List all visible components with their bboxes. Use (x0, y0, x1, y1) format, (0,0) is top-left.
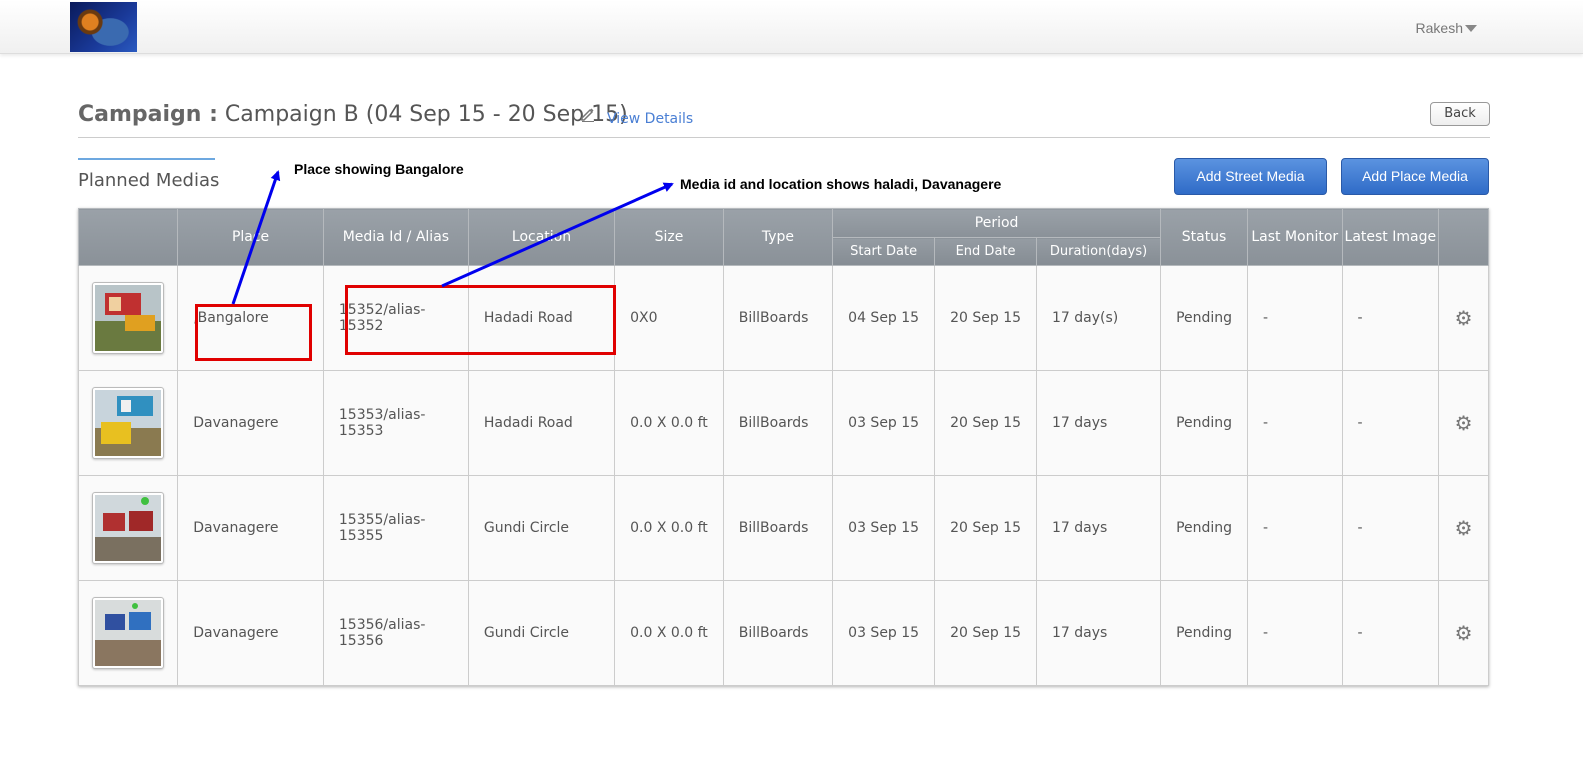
view-details-link[interactable]: View Details (607, 111, 693, 127)
duration-cell: 17 days (1036, 580, 1162, 686)
start-date-cell: 03 Sep 15 (832, 475, 936, 581)
gear-icon[interactable]: ⚙ (1455, 411, 1473, 435)
page-title: Campaign : Campaign B (04 Sep 15 - 20 Se… (78, 102, 628, 127)
type-cell: BillBoards (722, 580, 834, 686)
start-date-cell: 03 Sep 15 (832, 580, 936, 686)
header-end-date: End Date (934, 237, 1038, 266)
start-date-cell: 04 Sep 15 (832, 265, 936, 371)
table-row[interactable]: Davanagere 15356/alias- 15356 Gundi Circl… (77, 580, 1489, 686)
place-cell: Davanagere (177, 475, 324, 581)
media-thumbnail[interactable] (92, 281, 165, 354)
header-actions (1438, 208, 1489, 266)
status-cell: Pending (1160, 475, 1249, 581)
user-menu[interactable]: Rakesh (1416, 20, 1463, 36)
chevron-down-icon[interactable] (1465, 25, 1477, 32)
status-cell: Pending (1160, 265, 1249, 371)
header-type: Type (722, 208, 834, 266)
duration-cell: 17 day(s) (1036, 265, 1162, 371)
start-date-cell: 03 Sep 15 (832, 370, 936, 476)
media-id-cell: 15353/alias- 15353 (322, 370, 469, 476)
latest-image-cell: - (1341, 265, 1440, 371)
annotation-box-media (345, 285, 616, 355)
media-thumbnail[interactable] (92, 596, 165, 669)
type-cell: BillBoards (722, 475, 834, 581)
place-cell: Davanagere (177, 370, 324, 476)
header-status: Status (1160, 208, 1249, 266)
add-street-media-button[interactable]: Add Street Media (1174, 158, 1327, 195)
media-id-cell: 15356/alias- 15356 (322, 580, 469, 686)
type-cell: BillBoards (722, 370, 834, 476)
type-cell: BillBoards (722, 265, 834, 371)
size-cell: 0.0 X 0.0 ft (614, 370, 724, 476)
pencil-icon[interactable] (580, 106, 596, 122)
campaign-name: Campaign B (04 Sep 15 - 20 Sep 15) (224, 102, 628, 127)
header-media-id: Media Id / Alias (322, 208, 469, 266)
header-location: Location (467, 208, 616, 266)
end-date-cell: 20 Sep 15 (934, 475, 1038, 581)
header-duration: Duration(days) (1036, 237, 1162, 266)
last-monitor-cell: - (1247, 370, 1343, 476)
header-size: Size (614, 208, 724, 266)
size-cell: 0.0 X 0.0 ft (614, 475, 724, 581)
size-cell: 0X0 (614, 265, 724, 371)
gear-icon[interactable]: ⚙ (1455, 621, 1473, 645)
header-last-monitor: Last Monitor (1247, 208, 1343, 266)
table-row[interactable]: Davanagere 15353/alias- 15353 Hadadi Road… (77, 370, 1489, 476)
campaign-label: Campaign : (78, 102, 218, 127)
top-bar: Rakesh (0, 0, 1583, 54)
latest-image-cell: - (1341, 370, 1440, 476)
status-cell: Pending (1160, 370, 1249, 476)
header-start-date: Start Date (832, 237, 936, 266)
media-id-cell: 15355/alias- 15355 (322, 475, 469, 581)
gear-icon[interactable]: ⚙ (1455, 516, 1473, 540)
media-thumbnail[interactable] (92, 386, 165, 459)
header-thumbnail (77, 208, 179, 266)
size-cell: 0.0 X 0.0 ft (614, 580, 724, 686)
last-monitor-cell: - (1247, 475, 1343, 581)
last-monitor-cell: - (1247, 265, 1343, 371)
table-row[interactable]: Davanagere 15355/alias- 15355 Gundi Circl… (77, 475, 1489, 581)
header-place: Place (177, 208, 324, 266)
annotation-media-note: Media id and location shows haladi, Dava… (680, 176, 1002, 192)
annotation-box-place (195, 304, 312, 361)
header-latest-image: Latest Image (1341, 208, 1440, 266)
back-button[interactable]: Back (1430, 102, 1490, 126)
app-logo[interactable] (70, 2, 137, 52)
location-cell: Gundi Circle (467, 580, 616, 686)
latest-image-cell: - (1341, 580, 1440, 686)
end-date-cell: 20 Sep 15 (934, 580, 1038, 686)
latest-image-cell: - (1341, 475, 1440, 581)
end-date-cell: 20 Sep 15 (934, 265, 1038, 371)
media-thumbnail[interactable] (92, 491, 165, 564)
location-cell: Hadadi Road (467, 370, 616, 476)
header-period: Period (832, 208, 1162, 238)
planned-medias-table: Place Media Id / Alias Location Size Typ… (77, 208, 1489, 686)
gear-icon[interactable]: ⚙ (1455, 306, 1473, 330)
duration-cell: 17 days (1036, 475, 1162, 581)
tab-planned-medias[interactable]: Planned Medias (78, 158, 219, 194)
end-date-cell: 20 Sep 15 (934, 370, 1038, 476)
status-cell: Pending (1160, 580, 1249, 686)
place-cell: Davanagere (177, 580, 324, 686)
last-monitor-cell: - (1247, 580, 1343, 686)
location-cell: Gundi Circle (467, 475, 616, 581)
page-header: Campaign : Campaign B (04 Sep 15 - 20 Se… (78, 102, 1490, 138)
add-place-media-button[interactable]: Add Place Media (1341, 158, 1489, 195)
annotation-place-note: Place showing Bangalore (294, 161, 464, 177)
duration-cell: 17 days (1036, 370, 1162, 476)
